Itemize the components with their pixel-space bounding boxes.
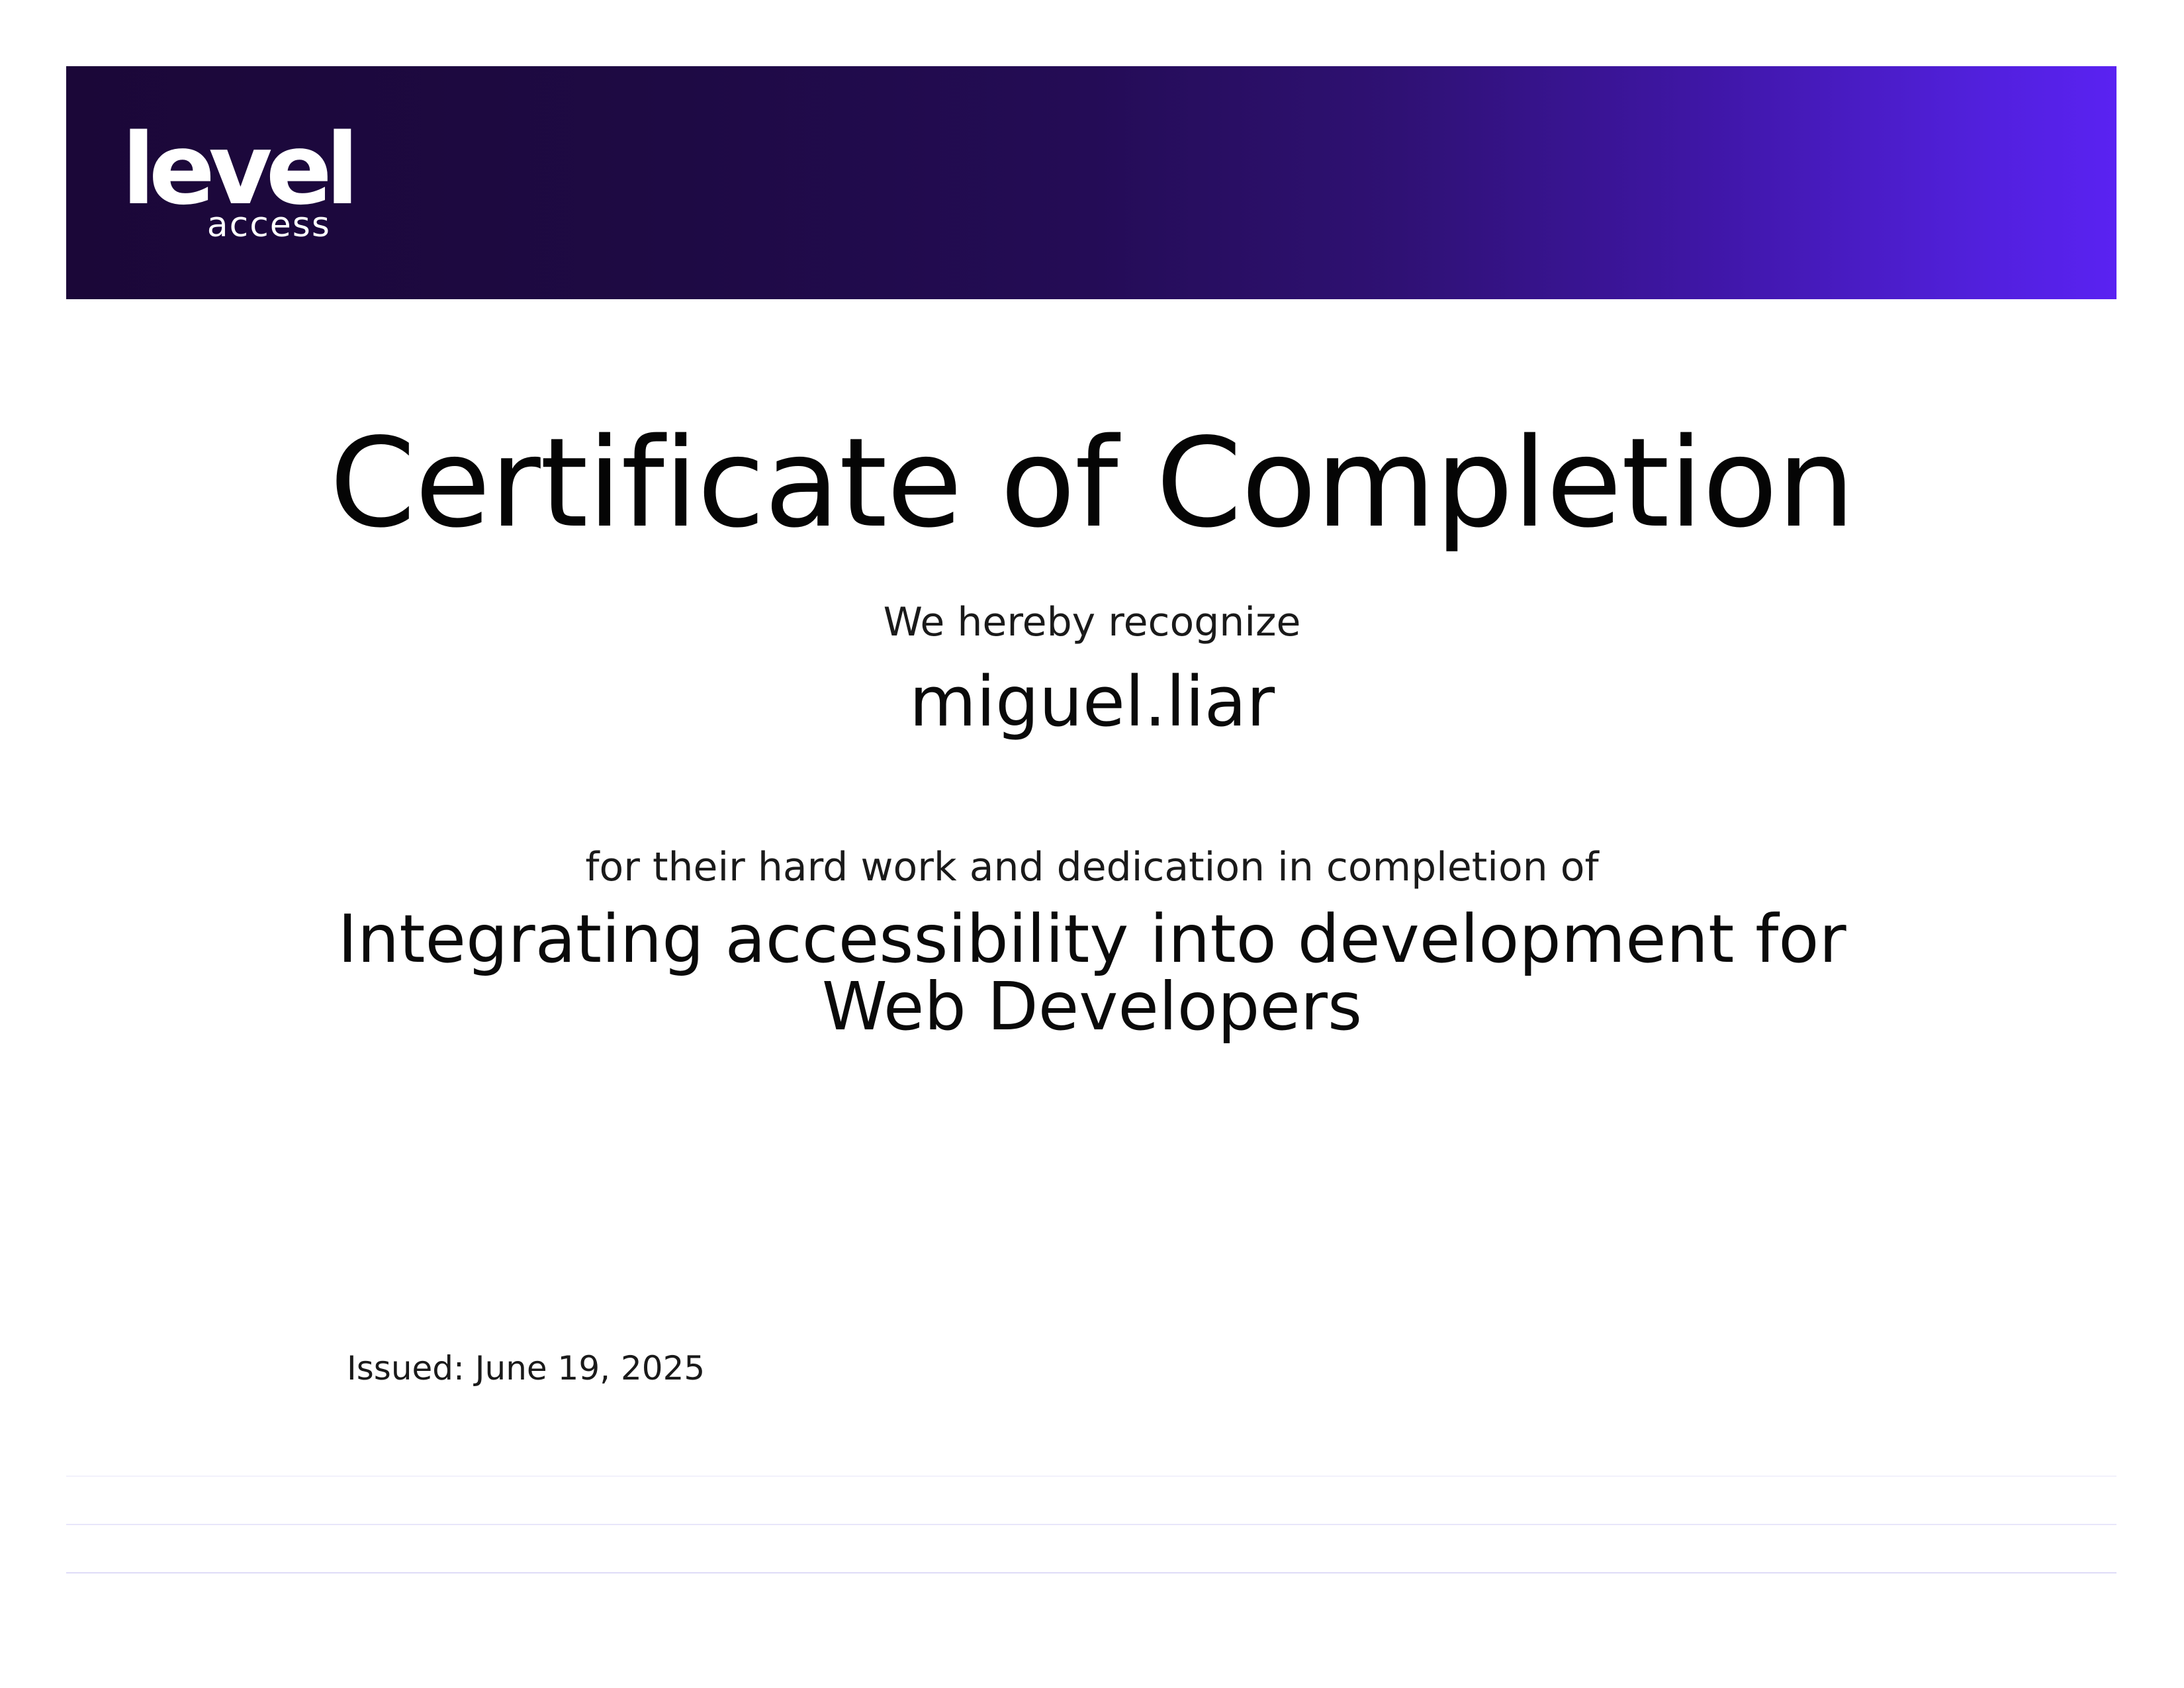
course-title-line-2: Web Developers [821, 968, 1363, 1045]
recipient-name: miguel.liar [909, 661, 1275, 742]
certificate-page: level access Certificate of Completion W… [0, 0, 2184, 1688]
course-title-line-1: Integrating accessibility into developme… [338, 900, 1846, 978]
logo-wordmark: level [122, 113, 359, 226]
decorative-grid [66, 1383, 2116, 1628]
logo-subtitle: access [206, 205, 331, 245]
dedication-text: for their hard work and dedication in co… [585, 844, 1599, 890]
header-banner [66, 66, 2116, 299]
level-access-logo: level access [122, 120, 359, 246]
certificate-title: Certificate of Completion [330, 411, 1855, 555]
recognize-text: We hereby recognize [883, 599, 1301, 645]
course-title: Integrating accessibility into developme… [0, 906, 2184, 1041]
